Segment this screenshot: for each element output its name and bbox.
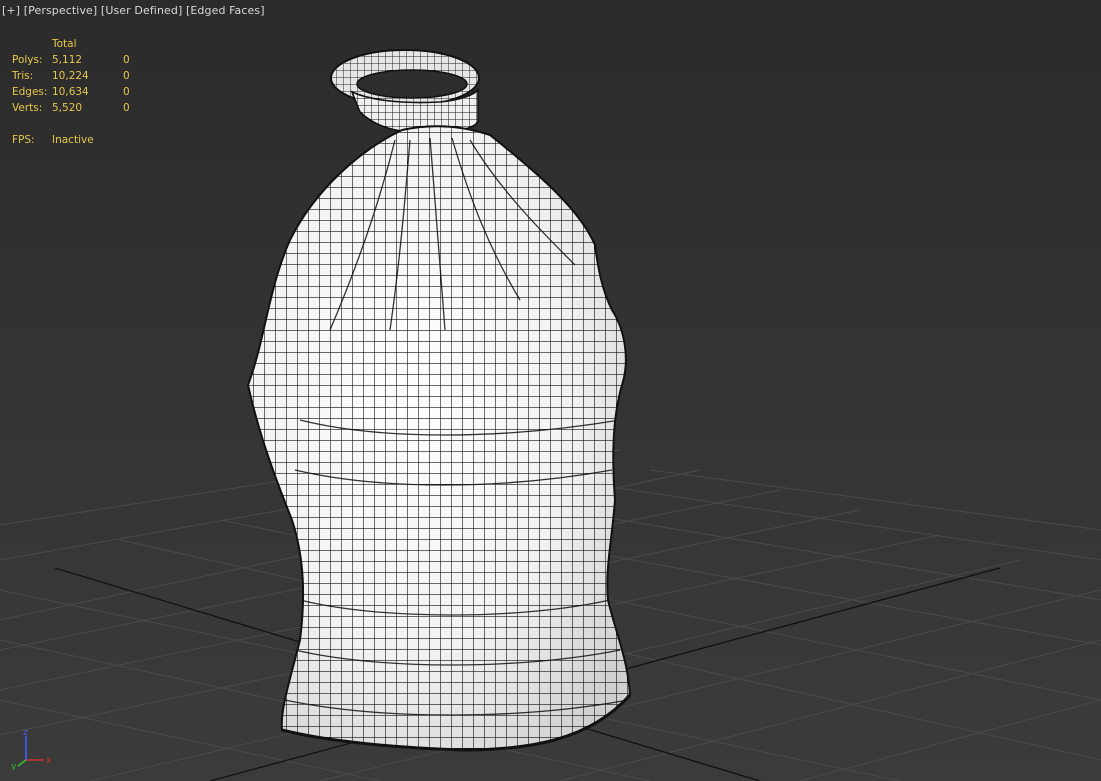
- stats-total: 10,224: [52, 70, 89, 82]
- stats-selected: 0: [123, 102, 130, 114]
- stats-row-polys: Polys: 5,112 0: [12, 52, 143, 68]
- collar-mesh: [330, 49, 480, 134]
- stats-row-fps: FPS: Inactive: [12, 132, 143, 148]
- viewport-edged-faces-menu[interactable]: [Edged Faces]: [186, 4, 265, 17]
- stats-label: Edges:: [12, 86, 48, 98]
- axis-x-label: x: [46, 756, 52, 766]
- stats-label: Polys:: [12, 54, 43, 66]
- fps-label: FPS:: [12, 134, 35, 146]
- stats-label: Tris:: [12, 70, 34, 82]
- stats-row-tris: Tris: 10,224 0: [12, 68, 143, 84]
- viewport-point-of-view-menu[interactable]: [Perspective]: [24, 4, 98, 17]
- stats-label: Verts:: [12, 102, 43, 114]
- viewport-general-menu[interactable]: [+]: [2, 4, 20, 17]
- stats-total: 10,634: [52, 86, 89, 98]
- axis-tripod-icon: x y z: [11, 728, 52, 770]
- axis-y-line: [17, 759, 27, 767]
- stats-selected: 0: [123, 70, 130, 82]
- stats-total: 5,520: [52, 102, 83, 114]
- stats-total: 5,112: [52, 54, 83, 66]
- fps-value: Inactive: [52, 134, 94, 146]
- stats-total-header: Total: [52, 38, 77, 50]
- stats-row-edges: Edges: 10,634 0: [12, 84, 143, 100]
- viewport-scene[interactable]: [0, 0, 1101, 781]
- stats-selected: 0: [123, 54, 130, 66]
- axis-y-label: y: [11, 762, 17, 770]
- scene-statistics: Total Polys: 5,112 0 Tris: 10,224 0 Edge…: [12, 36, 143, 148]
- axis-z-label: z: [23, 728, 28, 738]
- viewport-shading-menu[interactable]: [User Defined]: [101, 4, 182, 17]
- perspective-viewport[interactable]: [+] [Perspective] [User Defined] [Edged …: [0, 0, 1101, 781]
- stats-header-row: Total: [12, 36, 143, 52]
- viewport-label-menu: [+] [Perspective] [User Defined] [Edged …: [2, 4, 265, 17]
- stats-selected: 0: [123, 86, 130, 98]
- stats-row-verts: Verts: 5,520 0: [12, 100, 143, 116]
- halter-top-mesh[interactable]: [230, 120, 650, 760]
